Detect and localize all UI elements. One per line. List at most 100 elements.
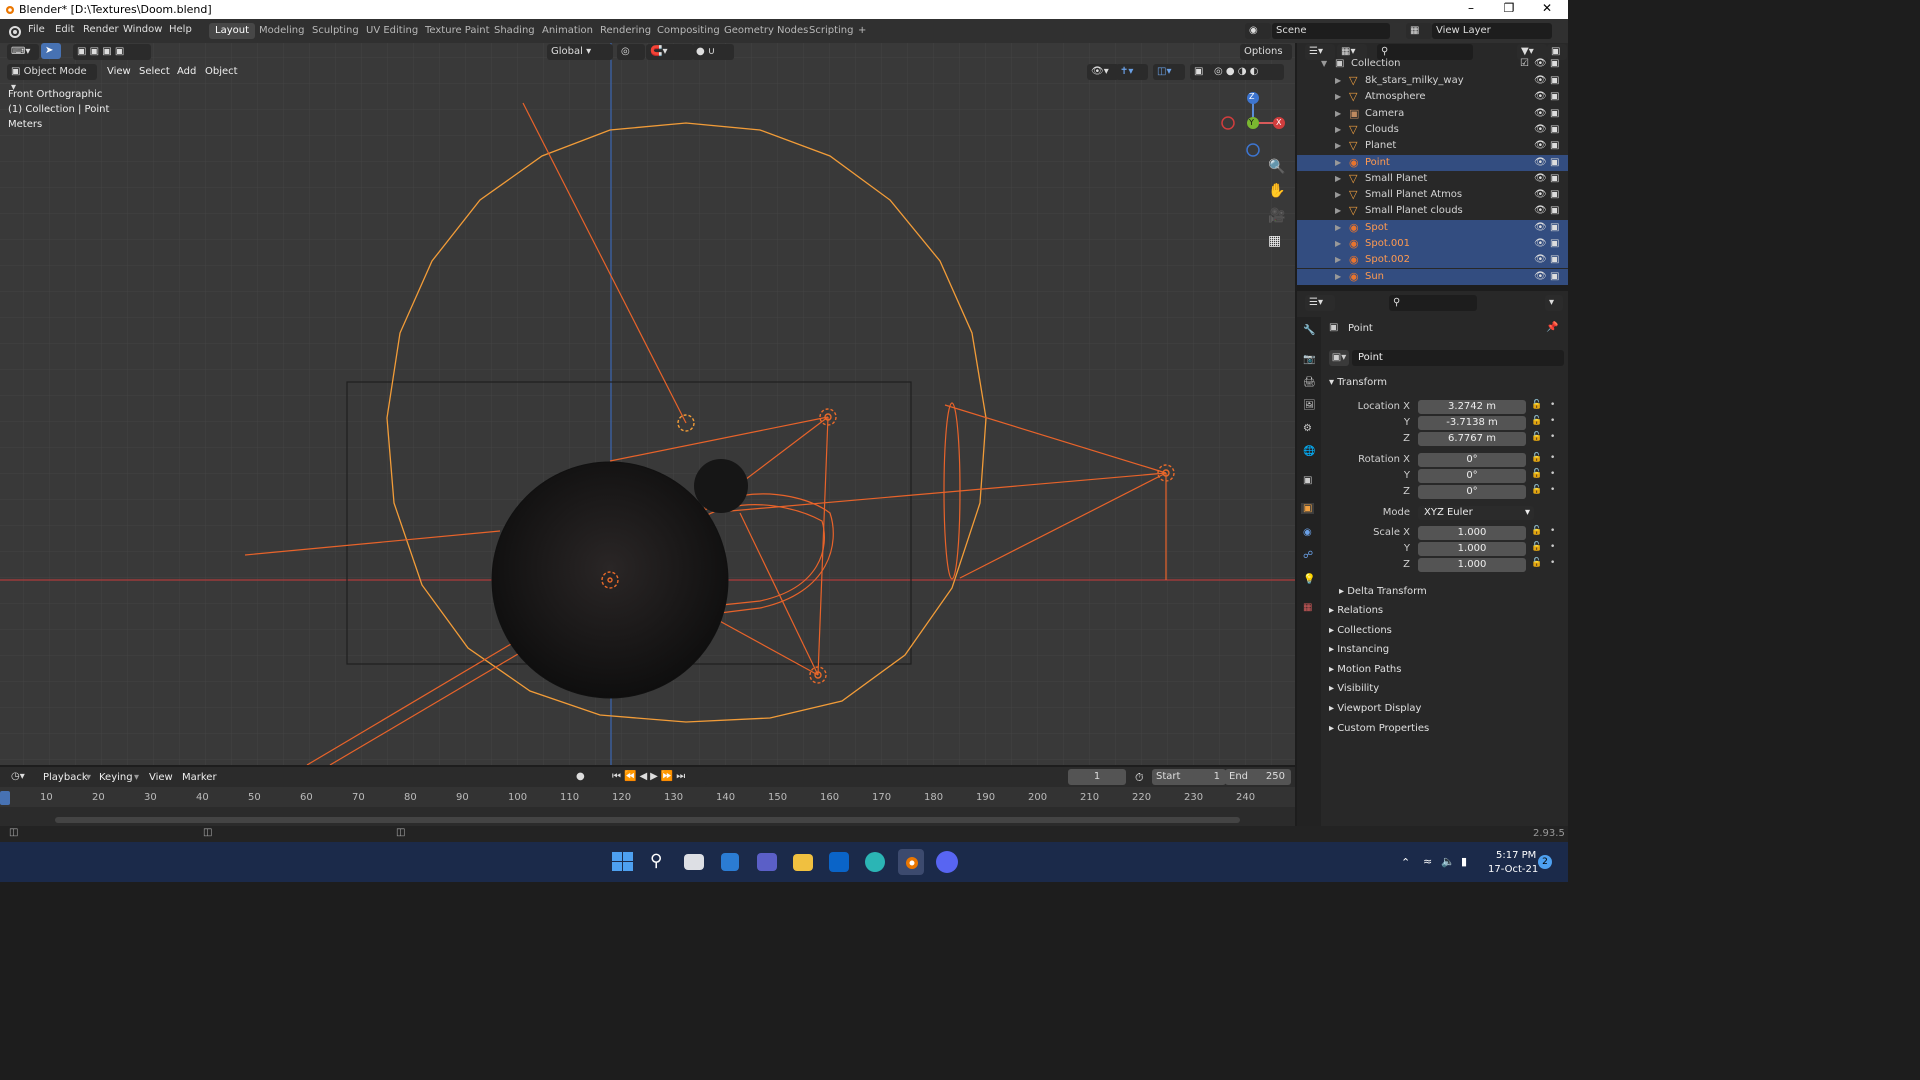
pan-hand-icon[interactable]: ✋ [1268,183,1285,199]
snap-icon[interactable]: 🧲▾ [646,44,694,60]
lock-icon[interactable]: 🔓 [1531,453,1542,463]
outliner-item-atmosphere[interactable]: ▶ ▽ Atmosphere 👁 ▣ [1297,89,1568,105]
clock-date[interactable]: 17-Oct-21 [1488,864,1538,875]
panel-viewport-display[interactable]: ▸ Viewport Display [1329,703,1421,714]
exclude-checkbox-icon[interactable]: ☑ [1520,56,1529,72]
selection-mode-icons[interactable]: ▣ ▣ ▣ ▣ [73,44,151,60]
render-camera-icon[interactable]: ▣ [1550,220,1559,236]
tab-compositing[interactable]: Compositing [651,23,726,39]
outliner-item-sun[interactable]: ▶ ◉ Sun 👁 ▣ [1297,268,1568,285]
collection-tab-icon[interactable]: ▣ [1303,475,1312,486]
small-planet-sphere[interactable] [694,459,748,513]
panel-visibility[interactable]: ▸ Visibility [1329,683,1379,694]
timeline-editor-icon[interactable]: ◷▾ [7,769,39,785]
windows-start-icon[interactable] [612,852,634,872]
visibility-eye-icon[interactable]: 👁 [1534,252,1547,268]
menu-help[interactable]: Help [169,24,192,35]
menu-window[interactable]: Window [123,24,162,35]
visibility-eye-icon[interactable]: 👁 [1534,73,1547,89]
timeline-menu-view[interactable]: View [149,772,173,783]
tab-uv-editing[interactable]: UV Editing [360,23,424,39]
panel-collections[interactable]: ▸ Collections [1329,625,1392,636]
tab-modeling[interactable]: Modeling [253,23,311,39]
scene-selector-icon[interactable]: ◉ [1245,23,1271,39]
tab-scripting[interactable]: Scripting [803,23,859,39]
close-icon[interactable]: ✕ [1532,1,1562,15]
microsoft-store-icon[interactable] [829,852,849,872]
panel-relations[interactable]: ▸ Relations [1329,605,1383,616]
expand-icon[interactable]: ▶ [1335,138,1341,154]
delta-transform-header[interactable]: ▸ Delta Transform [1339,586,1427,597]
teams-chat-icon[interactable] [757,853,777,871]
collection-row[interactable]: ▼ ▣ Collection ☑ 👁 ▣ [1297,56,1568,72]
gizmo-toggle-icon[interactable]: ✝▾ [1116,64,1148,80]
outliner-item-spot-001[interactable]: ▶ ◉ Spot.001 👁 ▣ [1297,236,1568,252]
widgets-icon[interactable] [721,853,739,871]
visibility-eye-icon[interactable]: 👁 [1534,122,1547,138]
editor-type-icon[interactable]: ⌨▾ [7,44,39,60]
volume-icon[interactable]: 🔈 [1441,855,1455,868]
render-camera-icon[interactable]: ▣ [1550,269,1559,285]
expand-icon[interactable]: ▶ [1335,73,1341,89]
blender-menu-icon[interactable] [8,24,22,38]
keyframe-dot-icon[interactable]: • [1550,485,1555,495]
visibility-eye-icon[interactable]: 👁 [1534,171,1547,187]
shading-mode-icons[interactable]: ◎ ● ◑ ◐ [1210,64,1284,80]
3d-viewport[interactable]: Z Y X ⌨▾ ➤ ▣ ▣ ▣ ▣ Global ▾ ◎ 🧲▾ ● ∪ Opt… [0,43,1295,765]
location-y-field[interactable]: -3.7138 m [1418,416,1526,430]
outliner-item-small-planet-clouds[interactable]: ▶ ▽ Small Planet clouds 👁 ▣ [1297,203,1568,219]
data-block-icon[interactable]: ▣▾ [1329,350,1349,366]
view-layer-tab-icon[interactable]: 🖼 [1303,400,1316,411]
viewport-canvas[interactable] [0,43,1295,765]
outliner-item-small-planet-atmos[interactable]: ▶ ▽ Small Planet Atmos 👁 ▣ [1297,187,1568,203]
constraints-tab-icon[interactable]: ☍ [1303,550,1313,561]
overlays-toggle-icon[interactable]: ◫▾ [1153,64,1185,80]
edge-browser-icon[interactable] [865,852,885,872]
notification-badge[interactable]: 2 [1538,855,1552,869]
outliner-item-point[interactable]: ▶ ◉ Point 👁 ▣ [1297,154,1568,171]
rotation-mode-dropdown[interactable]: XYZ Euler ▾ [1418,506,1534,520]
zoom-icon[interactable]: 🔍 [1268,159,1285,175]
render-camera-icon[interactable]: ▣ [1550,187,1559,203]
keyframe-dot-icon[interactable]: • [1550,432,1555,442]
timeline-menu-keying[interactable]: Keying [99,772,133,783]
viewport-menu-add[interactable]: Add [177,66,196,77]
scale-y-field[interactable]: 1.000 [1418,542,1526,556]
expand-icon[interactable]: ▶ [1335,89,1341,105]
visibility-filter-icon[interactable]: 👁▾ [1087,64,1119,80]
render-tab-icon[interactable]: 📷 [1303,354,1315,365]
visibility-eye-icon[interactable]: 👁 [1534,106,1547,122]
scale-z-field[interactable]: 1.000 [1418,558,1526,572]
keyframe-dot-icon[interactable]: • [1550,542,1555,552]
outliner-item-clouds[interactable]: ▶ ▽ Clouds 👁 ▣ [1297,122,1568,138]
menu-edit[interactable]: Edit [55,24,74,35]
frame-ruler[interactable] [0,787,1295,807]
expand-icon[interactable]: ▼ [1321,56,1327,72]
expand-icon[interactable]: ▶ [1335,155,1341,171]
visibility-eye-icon[interactable]: 👁 [1534,155,1547,171]
texture-tab-icon[interactable]: ▦ [1303,602,1312,613]
restore-icon[interactable]: ❐ [1494,1,1524,15]
output-tab-icon[interactable]: 🖨 [1303,377,1316,388]
object-mode-dropdown[interactable]: ▣ Object Mode ▾ [7,64,97,93]
keyframe-dot-icon[interactable]: • [1550,526,1555,536]
timeline-menu-marker[interactable]: Marker [182,772,217,783]
tool-tab-icon[interactable]: 🔧 [1303,325,1315,336]
object-name-field[interactable]: Point [1352,350,1564,366]
select-tool-icon[interactable]: ➤ [41,43,61,59]
scene-field[interactable]: Scene [1272,23,1390,39]
expand-icon[interactable]: ▶ [1335,236,1341,252]
keyframe-dot-icon[interactable]: • [1550,400,1555,410]
tab-geometry-nodes[interactable]: Geometry Nodes [718,23,814,39]
planet-sphere[interactable] [491,461,729,699]
pivot-point-icon[interactable]: ◎ [617,44,645,60]
expand-icon[interactable]: ▶ [1335,269,1341,285]
perspective-toggle-icon[interactable]: ▦ [1268,233,1281,249]
tab-layout[interactable]: Layout [209,23,255,39]
visibility-eye-icon[interactable]: 👁 [1534,220,1547,236]
timeline-menu-playback[interactable]: Playback [43,772,88,783]
outliner-item-camera[interactable]: ▶ ▣ Camera 👁 ▣ [1297,106,1568,122]
discord-icon[interactable] [936,851,958,873]
render-camera-icon[interactable]: ▣ [1550,203,1559,219]
camera-view-icon[interactable]: 🎥 [1268,208,1285,224]
